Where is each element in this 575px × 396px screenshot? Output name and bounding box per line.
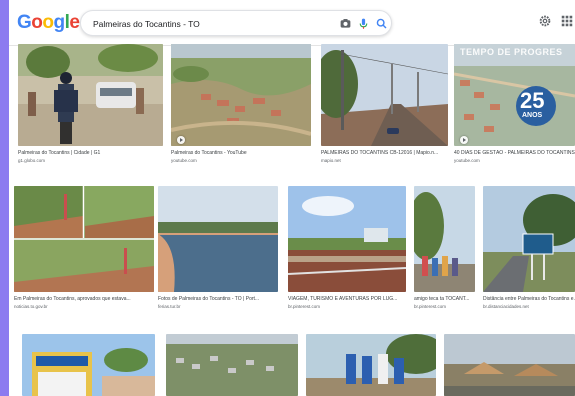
image-search-page: Google Palmeiras do Tocantins - TO Palme… <box>9 0 575 396</box>
result-caption[interactable]: Palmeiras do Tocantins | Cidade | G1 <box>18 150 163 156</box>
result-source: br.distanciacidades.net <box>483 304 529 309</box>
thumbnail-aerial-anniversary <box>454 44 575 146</box>
search-box <box>80 10 392 36</box>
thumbnail-road-sign <box>483 186 575 292</box>
result-caption[interactable]: 40 DIAS DE GESTÃO - PALMEIRAS DO TOCANTI… <box>454 150 575 156</box>
thumbnail-aerial-town <box>171 44 311 146</box>
overlay-anos-number: 25 <box>520 88 545 113</box>
search-icon[interactable] <box>375 17 388 30</box>
image-result[interactable]: VIAGEM, TURISMO E AVENTURAS POR LUG... b… <box>288 186 406 320</box>
thumbnail-river-beach <box>158 186 278 292</box>
result-thumbnail[interactable] <box>414 186 475 292</box>
search-header: Google <box>9 0 575 46</box>
thumbnail-riverside-huts <box>444 334 575 396</box>
image-result[interactable]: amigo teca ta TOCANT... br.pinterest.com <box>414 186 475 320</box>
search-input[interactable] <box>93 16 323 31</box>
image-result[interactable]: Distância entre Palmeiras do Tocantins e… <box>483 186 575 320</box>
image-result[interactable] <box>22 334 155 396</box>
image-result[interactable] <box>306 334 436 396</box>
result-source: br.pinterest.com <box>414 304 447 309</box>
image-result[interactable] <box>166 334 298 396</box>
result-source: youtube.com <box>454 158 480 163</box>
play-icon[interactable] <box>460 136 468 144</box>
google-logo[interactable]: Google <box>17 12 80 34</box>
thumbnail-street-poles <box>321 44 448 146</box>
thumbnail-people-trees <box>414 186 475 292</box>
result-source: br.pinterest.com <box>288 304 321 309</box>
image-result[interactable]: Em Palmeiras do Tocantins, aprovados que… <box>14 186 154 320</box>
result-caption[interactable]: Distância entre Palmeiras do Tocantins e… <box>483 296 575 302</box>
result-caption[interactable]: VIAGEM, TURISMO E AVENTURAS POR LUG... <box>288 296 406 302</box>
apps-icon[interactable] <box>560 14 574 28</box>
result-source: youtube.com <box>171 158 197 163</box>
thumbnail-team-players <box>306 334 436 396</box>
result-thumbnail[interactable] <box>18 44 163 146</box>
microphone-icon[interactable] <box>357 17 370 30</box>
result-thumbnail[interactable] <box>444 334 575 396</box>
result-caption[interactable]: Em Palmeiras do Tocantins, aprovados que… <box>14 296 154 302</box>
thumbnail-street-police <box>18 44 163 146</box>
image-result[interactable]: PALMEIRAS DO TOCANTINS CB-12016 | Mapio.… <box>321 44 448 174</box>
result-thumbnail[interactable] <box>321 44 448 146</box>
result-caption[interactable]: amigo teca ta TOCANT... <box>414 296 475 302</box>
result-caption[interactable]: Fotos de Palmeiras do Tocantins - TO | P… <box>158 296 278 302</box>
result-thumbnail[interactable] <box>306 334 436 396</box>
overlay-tempo-text: TEMPO DE PROGRES <box>460 47 563 57</box>
result-caption[interactable]: PALMEIRAS DO TOCANTINS CB-12016 | Mapio.… <box>321 150 448 156</box>
result-thumbnail[interactable] <box>288 186 406 292</box>
result-source: ferias.tur.br <box>158 304 181 309</box>
result-thumbnail[interactable] <box>14 186 154 292</box>
thumbnail-aerial-city <box>166 334 298 396</box>
thumbnail-farm-collage <box>14 186 154 292</box>
thumbnail-storefront <box>22 334 155 396</box>
image-result[interactable]: TEMPO DE PROGRES 25 ANOS 40 DIAS DE GEST… <box>454 44 575 174</box>
result-thumbnail[interactable] <box>171 44 311 146</box>
result-thumbnail[interactable] <box>22 334 155 396</box>
result-thumbnail[interactable] <box>166 334 298 396</box>
settings-icon[interactable] <box>538 14 552 28</box>
result-source: noticias.to.gov.br <box>14 304 48 309</box>
image-result[interactable]: Fotos de Palmeiras do Tocantins - TO | P… <box>158 186 278 320</box>
result-source: g1.globo.com <box>18 158 46 163</box>
result-thumbnail[interactable] <box>483 186 575 292</box>
image-result[interactable] <box>444 334 575 396</box>
image-result[interactable]: Palmeiras do Tocantins | Cidade | G1 g1.… <box>18 44 163 174</box>
play-icon[interactable] <box>177 136 185 144</box>
result-source: mapio.net <box>321 158 341 163</box>
thumbnail-plaza <box>288 186 406 292</box>
image-result[interactable]: Palmeiras do Tocantins - YouTube youtube… <box>171 44 311 174</box>
result-caption[interactable]: Palmeiras do Tocantins - YouTube <box>171 150 311 156</box>
result-thumbnail[interactable] <box>158 186 278 292</box>
result-thumbnail[interactable] <box>454 44 575 146</box>
camera-icon[interactable] <box>339 17 352 30</box>
overlay-anos-word: ANOS <box>522 112 543 119</box>
